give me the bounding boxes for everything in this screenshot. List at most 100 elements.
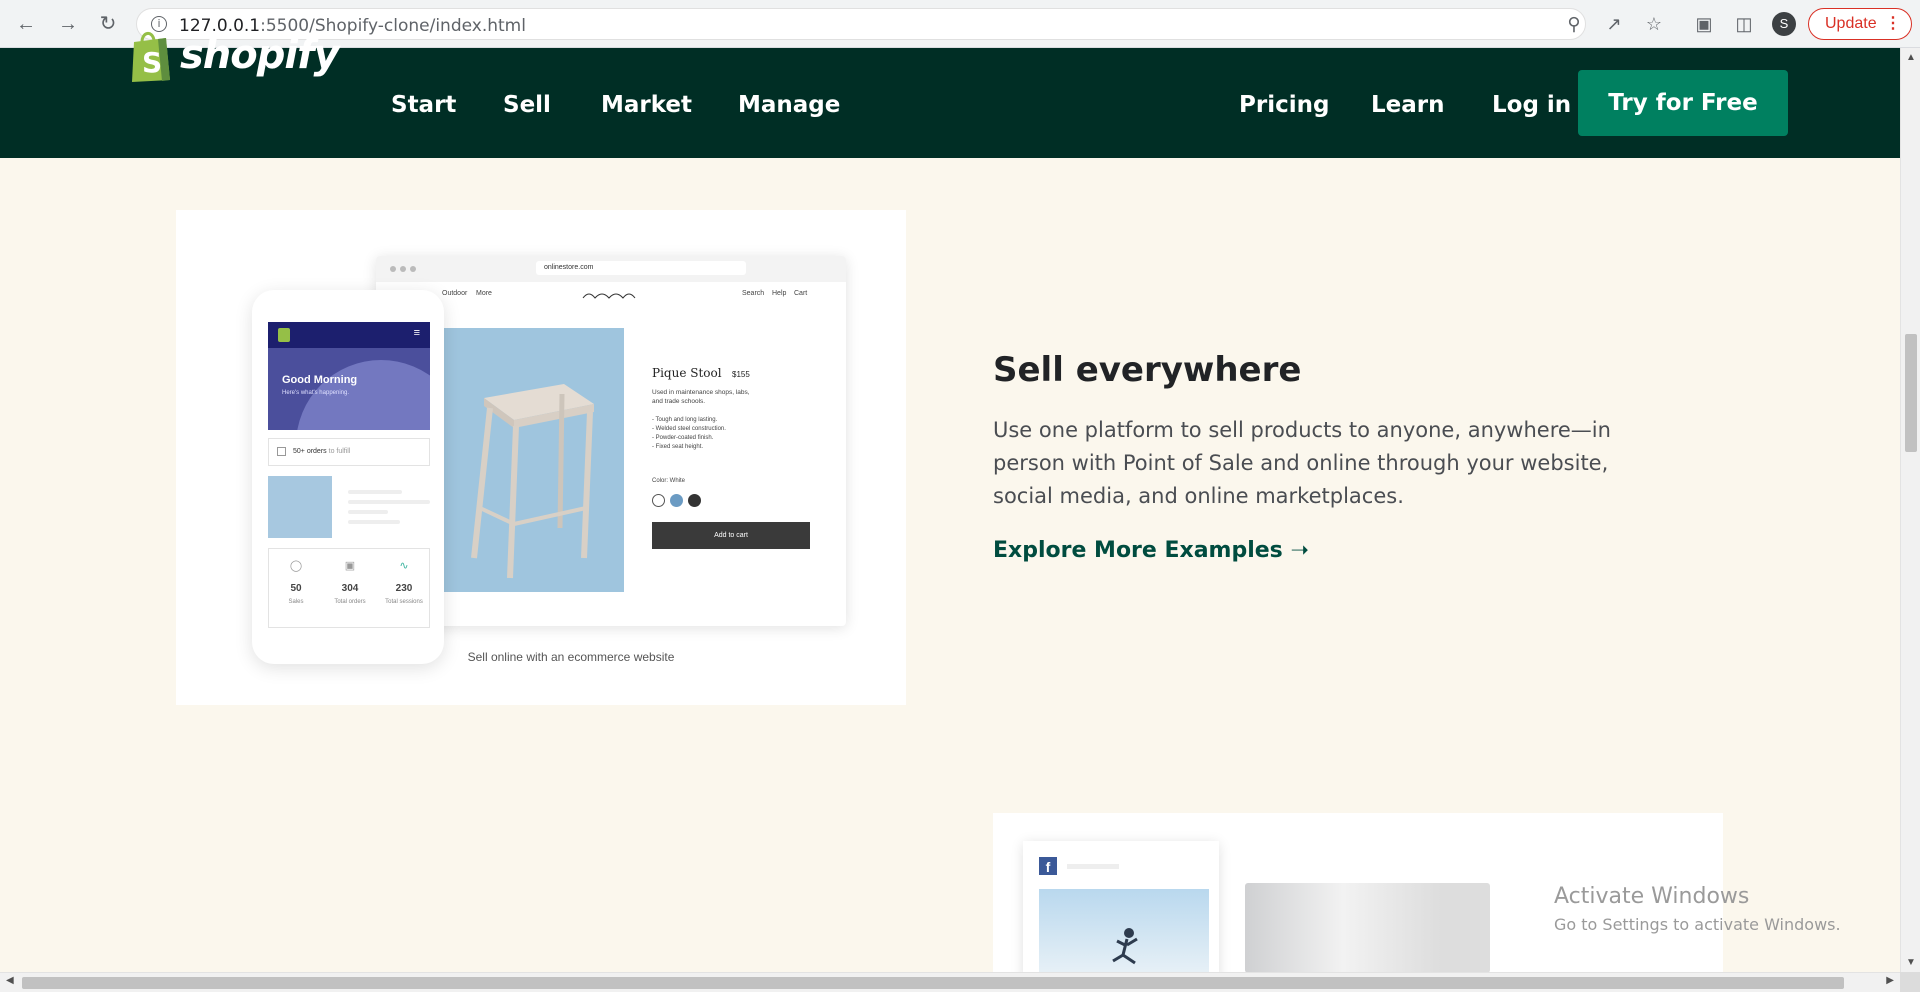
bookmark-star-icon[interactable]: ☆ [1642, 12, 1666, 36]
profile-avatar[interactable]: S [1772, 12, 1796, 36]
phone-stats: ◯ ▣ ∿ 50 304 230 Sales Total orders Tota… [268, 548, 430, 628]
side-panel-icon[interactable]: ◫ [1732, 12, 1756, 36]
phone-greeting: Good Morning [282, 374, 358, 386]
phone-subtitle: Here's what's happening. [282, 390, 349, 396]
nav-sell[interactable]: Sell [503, 92, 551, 118]
stat-sessions-label: Total sessions [385, 599, 423, 605]
placeholder-line [348, 510, 388, 514]
update-label: Update [1825, 15, 1877, 32]
store-logo-icon [582, 293, 636, 299]
product-bullet: - Tough and long lasting. [652, 417, 718, 423]
placeholder-line [348, 520, 400, 524]
mock-dot [410, 266, 416, 272]
store-nav-outdoor: Outdoor [442, 290, 468, 297]
product-price: $155 [732, 370, 750, 379]
desktop-store-mockup: onlinestore.com Outdoor More Search Help… [376, 256, 846, 626]
phone-admin-mockup: ≡ Good Morning Here's what's happening. … [252, 290, 444, 664]
phone-product-thumb [268, 476, 332, 538]
product-title: Pique Stool [652, 366, 722, 380]
windows-activation-watermark: Activate Windows Go to Settings to activ… [1554, 884, 1841, 934]
add-to-cart-button: Add to cart [652, 522, 810, 549]
stat-sales-value: 50 [290, 583, 302, 594]
phone-topbar: ≡ [268, 322, 430, 348]
watermark-line2: Go to Settings to activate Windows. [1554, 915, 1841, 934]
share-icon[interactable]: ↗ [1602, 12, 1626, 36]
mock-dot [400, 266, 406, 272]
feature-title: Sell everywhere [993, 350, 1302, 390]
product-description: Used in maintenance shops, labs, and tra… [652, 389, 750, 405]
nav-login[interactable]: Log in [1492, 92, 1571, 118]
sales-icon: ◯ [289, 560, 303, 572]
product-bullet: - Powder-coated finish. [652, 435, 714, 441]
stat-orders-value: 304 [341, 583, 359, 594]
mock-dot [390, 266, 396, 272]
nav-market[interactable]: Market [601, 92, 692, 118]
update-button[interactable]: Update ⋮ [1808, 8, 1912, 40]
product-bullet: - Fixed seat height. [652, 444, 704, 450]
scroll-up-icon[interactable]: ▲ [1901, 52, 1920, 63]
shopify-logo[interactable]: S shopify [128, 26, 340, 84]
scroll-right-icon[interactable]: ▶ [1886, 975, 1894, 986]
scrollbar-corner [1900, 972, 1920, 992]
mock-url: onlinestore.com [536, 261, 746, 275]
reload-icon[interactable]: ↻ [96, 12, 120, 36]
vertical-scrollbar[interactable]: ▲ ▼ [1900, 48, 1920, 972]
swatch-white [652, 494, 665, 507]
horizontal-scroll-thumb[interactable] [22, 977, 1844, 989]
placeholder-line [1067, 864, 1119, 869]
nav-pricing[interactable]: Pricing [1239, 92, 1329, 118]
shopify-bag-icon [278, 328, 290, 342]
stool-icon [471, 384, 594, 579]
store-nav-cart: Cart [794, 290, 808, 297]
nav-start[interactable]: Start [391, 92, 456, 118]
placeholder-line [348, 490, 402, 494]
phone-header: ≡ Good Morning Here's what's happening. [268, 322, 430, 430]
sessions-icon: ∿ [399, 560, 409, 572]
explore-more-link[interactable]: Explore More Examples ➝ [993, 538, 1309, 563]
phone-orders-row: 50+ orders to fulfill [268, 438, 430, 466]
store-nav-search: Search [742, 290, 765, 297]
nav-learn[interactable]: Learn [1371, 92, 1445, 118]
runner-icon [1112, 928, 1138, 965]
secondary-post-image [1245, 883, 1490, 972]
address-bar[interactable]: i 127.0.0.1:5500/Shopify-clone/index.htm… [136, 8, 1586, 40]
forward-icon[interactable]: → [56, 12, 80, 36]
orders-icon: ▣ [344, 560, 356, 572]
orders-suffix: to fulfill [328, 448, 351, 455]
zoom-icon[interactable]: ⚲ [1562, 12, 1586, 36]
post-image [1039, 889, 1209, 972]
stat-sales-label: Sales [288, 599, 304, 605]
product-bullet: - Welded steel construction. [652, 426, 726, 432]
swatch-blue [670, 494, 683, 507]
menu-dots-icon: ⋮ [1885, 15, 1901, 32]
vertical-scroll-thumb[interactable] [1905, 334, 1917, 452]
feature-caption: Sell online with an ecommerce website [467, 650, 675, 664]
logo-text: shopify [180, 32, 340, 78]
store-nav-help: Help [772, 290, 787, 297]
product-bullets: - Tough and long lasting. - Welded steel… [652, 416, 726, 452]
product-image [444, 328, 624, 592]
stat-sessions-value: 230 [395, 583, 413, 594]
swatch-black [688, 494, 701, 507]
try-for-free-button[interactable]: Try for Free [1578, 70, 1788, 136]
feature-image-card: onlinestore.com Outdoor More Search Help… [176, 210, 906, 705]
orders-count: 50+ orders [293, 448, 327, 455]
svg-text:S: S [142, 46, 162, 79]
back-icon[interactable]: ← [14, 12, 38, 36]
stat-orders-label: Total orders [334, 599, 366, 605]
placeholder-line [348, 500, 430, 504]
facebook-icon: f [1039, 857, 1057, 875]
scroll-left-icon[interactable]: ◀ [6, 975, 14, 986]
scroll-down-icon[interactable]: ▼ [1901, 957, 1920, 968]
horizontal-scrollbar[interactable]: ◀ ▶ [0, 972, 1900, 992]
facebook-post-mockup: f [1023, 841, 1219, 972]
nav-manage[interactable]: Manage [738, 92, 840, 118]
shopify-bag-icon: S [132, 32, 170, 82]
orders-icon [277, 447, 286, 456]
store-nav-more: More [476, 290, 492, 297]
watermark-line1: Activate Windows [1554, 884, 1750, 909]
feature-body: Use one platform to sell products to any… [993, 418, 1611, 508]
color-label: Color: White [652, 478, 686, 484]
extensions-icon[interactable]: ▣ [1692, 12, 1716, 36]
hamburger-icon: ≡ [413, 327, 420, 339]
